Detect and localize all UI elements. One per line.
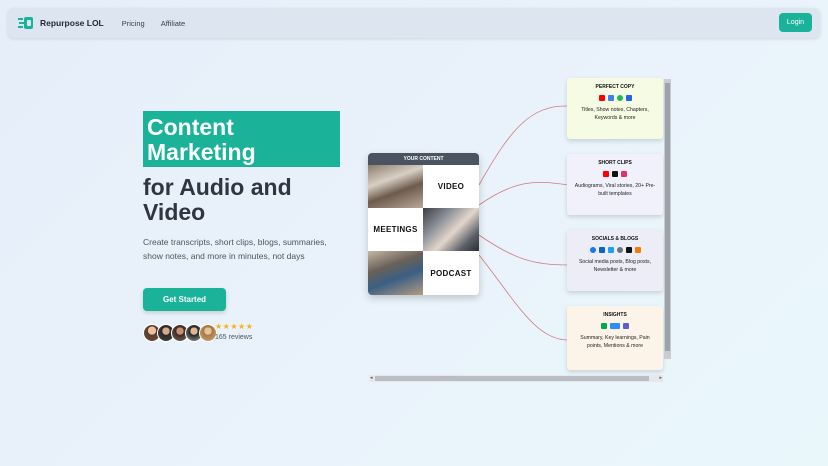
card-icons bbox=[572, 323, 658, 329]
card-socials-blogs: SOCIALS & BLOGS Social media posts, Blog… bbox=[567, 230, 663, 291]
scroll-left-icon[interactable]: ◂ bbox=[370, 375, 373, 381]
horizontal-scrollbar[interactable]: ◂ ▸ bbox=[369, 375, 663, 382]
your-content-card: YOUR CONTENT VIDEO MEETINGS PODCAST bbox=[368, 153, 479, 295]
youtube-icon bbox=[598, 95, 605, 101]
medium-icon bbox=[625, 247, 632, 253]
card-description: Social media posts, Blog posts, Newslett… bbox=[578, 259, 652, 273]
card-insights: INSIGHTS Summary, Key learnings, Pain po… bbox=[567, 306, 663, 370]
blogger-icon bbox=[634, 247, 641, 253]
card-short-clips: SHORT CLIPS Audiograms, Viral stories, 2… bbox=[567, 154, 663, 215]
meetings-label: MEETINGS bbox=[373, 225, 418, 234]
card-description: Summary, Key learnings, Pain points, Men… bbox=[580, 335, 650, 349]
twitter-icon bbox=[607, 247, 614, 253]
instagram-icon bbox=[621, 171, 627, 177]
card-perfect-copy: PERFECT COPY Titles, Show notes, Chapter… bbox=[567, 78, 663, 139]
threads-icon bbox=[616, 247, 623, 253]
tiktok-icon bbox=[612, 171, 618, 177]
card-icons bbox=[572, 171, 658, 177]
card-title: PERFECT COPY bbox=[595, 84, 635, 90]
linkedin-icon bbox=[598, 247, 605, 253]
meetings-thumbnail bbox=[423, 208, 479, 251]
scrollbar-thumb[interactable] bbox=[375, 376, 649, 381]
card-title: INSIGHTS bbox=[603, 312, 627, 318]
spotify-icon bbox=[616, 95, 623, 101]
podcast-thumbnail bbox=[368, 251, 423, 295]
vertical-scrollbar[interactable] bbox=[664, 79, 671, 359]
scrollbar-thumb[interactable] bbox=[665, 83, 670, 351]
scroll-right-icon[interactable]: ▸ bbox=[659, 375, 662, 381]
youtube-icon bbox=[603, 171, 609, 177]
card-description: Titles, Show notes, Chapters, Keywords &… bbox=[581, 107, 649, 121]
video-thumbnail bbox=[368, 165, 423, 208]
video-label: VIDEO bbox=[437, 182, 465, 191]
docs-icon bbox=[607, 95, 614, 101]
card-icons bbox=[572, 247, 658, 253]
zoom-icon bbox=[610, 323, 620, 329]
file-icon bbox=[625, 95, 632, 101]
meet-icon bbox=[601, 323, 607, 329]
card-description: Audiograms, Viral stories, 20+ Pre-built… bbox=[574, 183, 656, 197]
card-title: SOCIALS & BLOGS bbox=[591, 236, 639, 242]
podcast-label: PODCAST bbox=[430, 268, 472, 278]
facebook-icon bbox=[589, 247, 596, 253]
your-content-header: YOUR CONTENT bbox=[368, 153, 479, 165]
card-icons bbox=[572, 95, 658, 101]
card-title: SHORT CLIPS bbox=[598, 160, 632, 166]
teams-icon bbox=[623, 323, 629, 329]
